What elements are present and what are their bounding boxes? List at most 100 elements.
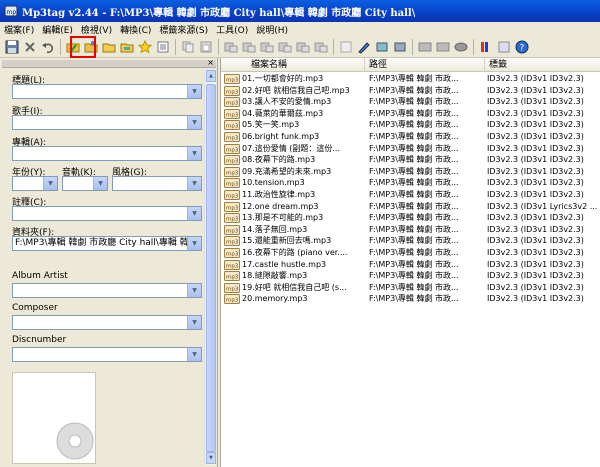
table-row[interactable]: mp3 04.薇萊的華爾茲.mp3 F:\MP3\專輯 韓劇 市政... ID3v2.… [221, 108, 600, 120]
chevron-down-icon[interactable]: ▼ [187, 348, 201, 361]
scroll-down-icon[interactable]: ▼ [206, 452, 216, 464]
folder-icon[interactable] [120, 40, 134, 54]
table-row[interactable]: mp3 20.memory.mp3 F:\MP3\專輯 韓劇 市政... ID3v2.… [221, 293, 600, 305]
tag-file-6-icon[interactable] [314, 40, 328, 54]
column-filename[interactable]: 檔案名稱 [221, 58, 365, 72]
cell-path: F:\MP3\專輯 韓劇 市政... [369, 108, 459, 118]
album-artist-field[interactable]: ▼ [12, 283, 202, 298]
amazon-icon[interactable] [436, 40, 450, 54]
table-row[interactable]: mp3 13.那是不可能的.mp3 F:\MP3\專輯 韓劇 市政... ID3v2.… [221, 212, 600, 224]
settings-icon[interactable] [479, 40, 493, 54]
action-icon[interactable] [375, 40, 389, 54]
cell-filename: 01.一切都會好的.mp3 [242, 74, 324, 83]
table-row[interactable]: mp3 16.夜幕下的路 (piano ver.... F:\MP3\專輯 韓劇 市… [221, 247, 600, 259]
table-row[interactable]: mp3 02.好吧 就相信我自己吧.mp3 F:\MP3\專輯 韓劇 市政... ID… [221, 85, 600, 97]
track-field[interactable]: ▼ [62, 176, 108, 191]
menu-tools[interactable]: 工具(O) [212, 23, 252, 36]
table-row[interactable]: mp3 06.bright funk.mp3 F:\MP3\專輯 韓劇 市政... I… [221, 131, 600, 143]
tools-icon[interactable] [497, 40, 511, 54]
artist-field[interactable]: ▼ [12, 115, 202, 130]
tag-file-4-icon[interactable] [278, 40, 292, 54]
cell-tag: ID3v2.3 (ID3v1 ID3v2.3) [487, 132, 584, 141]
year-field[interactable]: ▼ [12, 176, 58, 191]
column-path[interactable]: 路徑 [365, 58, 485, 72]
menu-file[interactable]: 檔案(F) [0, 23, 38, 36]
help-icon[interactable]: ? [515, 40, 529, 54]
chevron-down-icon[interactable]: ▼ [187, 85, 201, 98]
menu-edit[interactable]: 編輯(E) [38, 23, 77, 36]
menu-view[interactable]: 檢視(V) [77, 23, 116, 36]
favorite-star-icon[interactable] [138, 39, 152, 54]
chevron-down-icon[interactable]: ▼ [187, 284, 201, 297]
mp3-file-icon: mp3 [224, 155, 240, 166]
undo-icon[interactable] [41, 40, 55, 54]
cell-path: F:\MP3\專輯 韓劇 市政... [369, 213, 459, 223]
tag-file-3-icon[interactable] [260, 40, 274, 54]
table-row[interactable]: mp3 05.笑一笑.mp3 F:\MP3\專輯 韓劇 市政... ID3v2.3 (… [221, 119, 600, 131]
album-field[interactable]: ▼ [12, 146, 202, 161]
copy-icon[interactable] [181, 40, 195, 54]
mp3-file-icon: mp3 [224, 201, 240, 212]
svg-text:mp3: mp3 [226, 194, 239, 200]
paste-icon[interactable] [199, 40, 213, 54]
toolbar-separator [473, 38, 474, 55]
comment-field[interactable]: ▼ [12, 206, 202, 221]
filter-icon[interactable] [393, 40, 407, 54]
table-row[interactable]: mp3 03.讓人不安的愛情.mp3 F:\MP3\專輯 韓劇 市政... ID3v2… [221, 96, 600, 108]
chevron-down-icon[interactable]: ▼ [187, 147, 201, 160]
chevron-down-icon[interactable]: ▼ [187, 237, 201, 250]
table-row[interactable]: mp3 01.一切都會好的.mp3 F:\MP3\專輯 韓劇 市政... ID3v2.… [221, 73, 600, 85]
svg-text:mp3: mp3 [226, 217, 239, 223]
table-row[interactable]: mp3 15.還能重新回去嗎.mp3 F:\MP3\專輯 韓劇 市政... ID3v2… [221, 235, 600, 247]
scroll-up-icon[interactable]: ▲ [206, 70, 216, 82]
chevron-down-icon[interactable]: ▼ [187, 177, 201, 190]
table-row[interactable]: mp3 14.落子無回.mp3 F:\MP3\專輯 韓劇 市政... ID3v2.3 … [221, 224, 600, 236]
cell-path: F:\MP3\專輯 韓劇 市政... [369, 271, 459, 281]
table-row[interactable]: mp3 12.one dream.mp3 F:\MP3\專輯 韓劇 市政... ID3… [221, 201, 600, 213]
chevron-down-icon[interactable]: ▼ [187, 316, 201, 329]
playlist-icon[interactable] [156, 40, 170, 54]
chevron-down-icon[interactable]: ▼ [187, 207, 201, 220]
quick-action-icon[interactable] [357, 40, 371, 54]
table-row[interactable]: mp3 10.tension.mp3 F:\MP3\專輯 韓劇 市政... ID3v2… [221, 177, 600, 189]
tag-file-5-icon[interactable] [296, 40, 310, 54]
add-folder-icon[interactable] [102, 40, 116, 54]
composer-field[interactable]: ▼ [12, 315, 202, 330]
table-row[interactable]: mp3 19.好吧 就相信我自己吧 (s... F:\MP3\專輯 韓劇 市政...… [221, 282, 600, 294]
genre-field[interactable]: ▼ [112, 176, 202, 191]
tag-file-icon[interactable] [224, 40, 238, 54]
chevron-down-icon[interactable]: ▼ [93, 177, 107, 190]
table-row[interactable]: mp3 08.夜幕下的路.mp3 F:\MP3\專輯 韓劇 市政... ID3v2.3… [221, 154, 600, 166]
file-list: 檔案名稱 路徑 標籤 mp3 01.一切都會好的.mp3 F:\MP3\專輯 韓劇 … [220, 58, 600, 467]
table-row[interactable]: mp3 18.縫隙敲響.mp3 F:\MP3\專輯 韓劇 市政... ID3v2.3 … [221, 270, 600, 282]
table-row[interactable]: mp3 09.充滿希望的未來.mp3 F:\MP3\專輯 韓劇 市政... ID3v2… [221, 166, 600, 178]
menu-convert[interactable]: 轉換(C) [116, 23, 155, 36]
discnumber-field[interactable]: ▼ [12, 347, 202, 362]
scrollbar-thumb[interactable] [206, 84, 216, 452]
toolbar-separator [175, 38, 176, 55]
cd-icon [56, 422, 94, 460]
mp3-file-icon: mp3 [224, 108, 240, 119]
table-row[interactable]: mp3 17.castle hustle.mp3 F:\MP3\專輯 韓劇 市政..… [221, 259, 600, 271]
table-row[interactable]: mp3 11.政治性旋律.mp3 F:\MP3\專輯 韓劇 市政... ID3v2.3… [221, 189, 600, 201]
discogs-icon[interactable] [454, 40, 468, 54]
mp3-file-icon: mp3 [224, 143, 240, 154]
chevron-down-icon[interactable]: ▼ [43, 177, 57, 190]
menu-help[interactable]: 說明(H) [252, 23, 292, 36]
cell-tag: ID3v2.3 (ID3v1 ID3v2.3) [487, 259, 584, 269]
close-icon[interactable]: × [207, 58, 214, 67]
delete-icon[interactable] [23, 40, 37, 54]
cell-filename: 18.縫隙敲響.mp3 [242, 271, 308, 281]
directory-field[interactable]: F:\MP3\專輯 韓劇 市政廳 City hall\專輯 韓劇 市 ▼ [12, 236, 202, 251]
edit-icon[interactable] [339, 40, 353, 54]
freedb-icon[interactable] [418, 40, 432, 54]
title-field[interactable]: ▼ [12, 84, 202, 99]
table-row[interactable]: mp3 07.這份愛情 (副題：這份... F:\MP3\專輯 韓劇 市政... ID… [221, 143, 600, 155]
panel-scrollbar[interactable]: ▲ ▼ [204, 70, 216, 465]
menu-tag-sources[interactable]: 標籤來源(S) [155, 23, 212, 36]
chevron-down-icon[interactable]: ▼ [187, 116, 201, 129]
save-icon[interactable] [5, 40, 19, 54]
column-tag[interactable]: 標籤 [485, 58, 600, 72]
cover-art-box[interactable] [12, 372, 96, 464]
tag-file-2-icon[interactable] [242, 40, 256, 54]
